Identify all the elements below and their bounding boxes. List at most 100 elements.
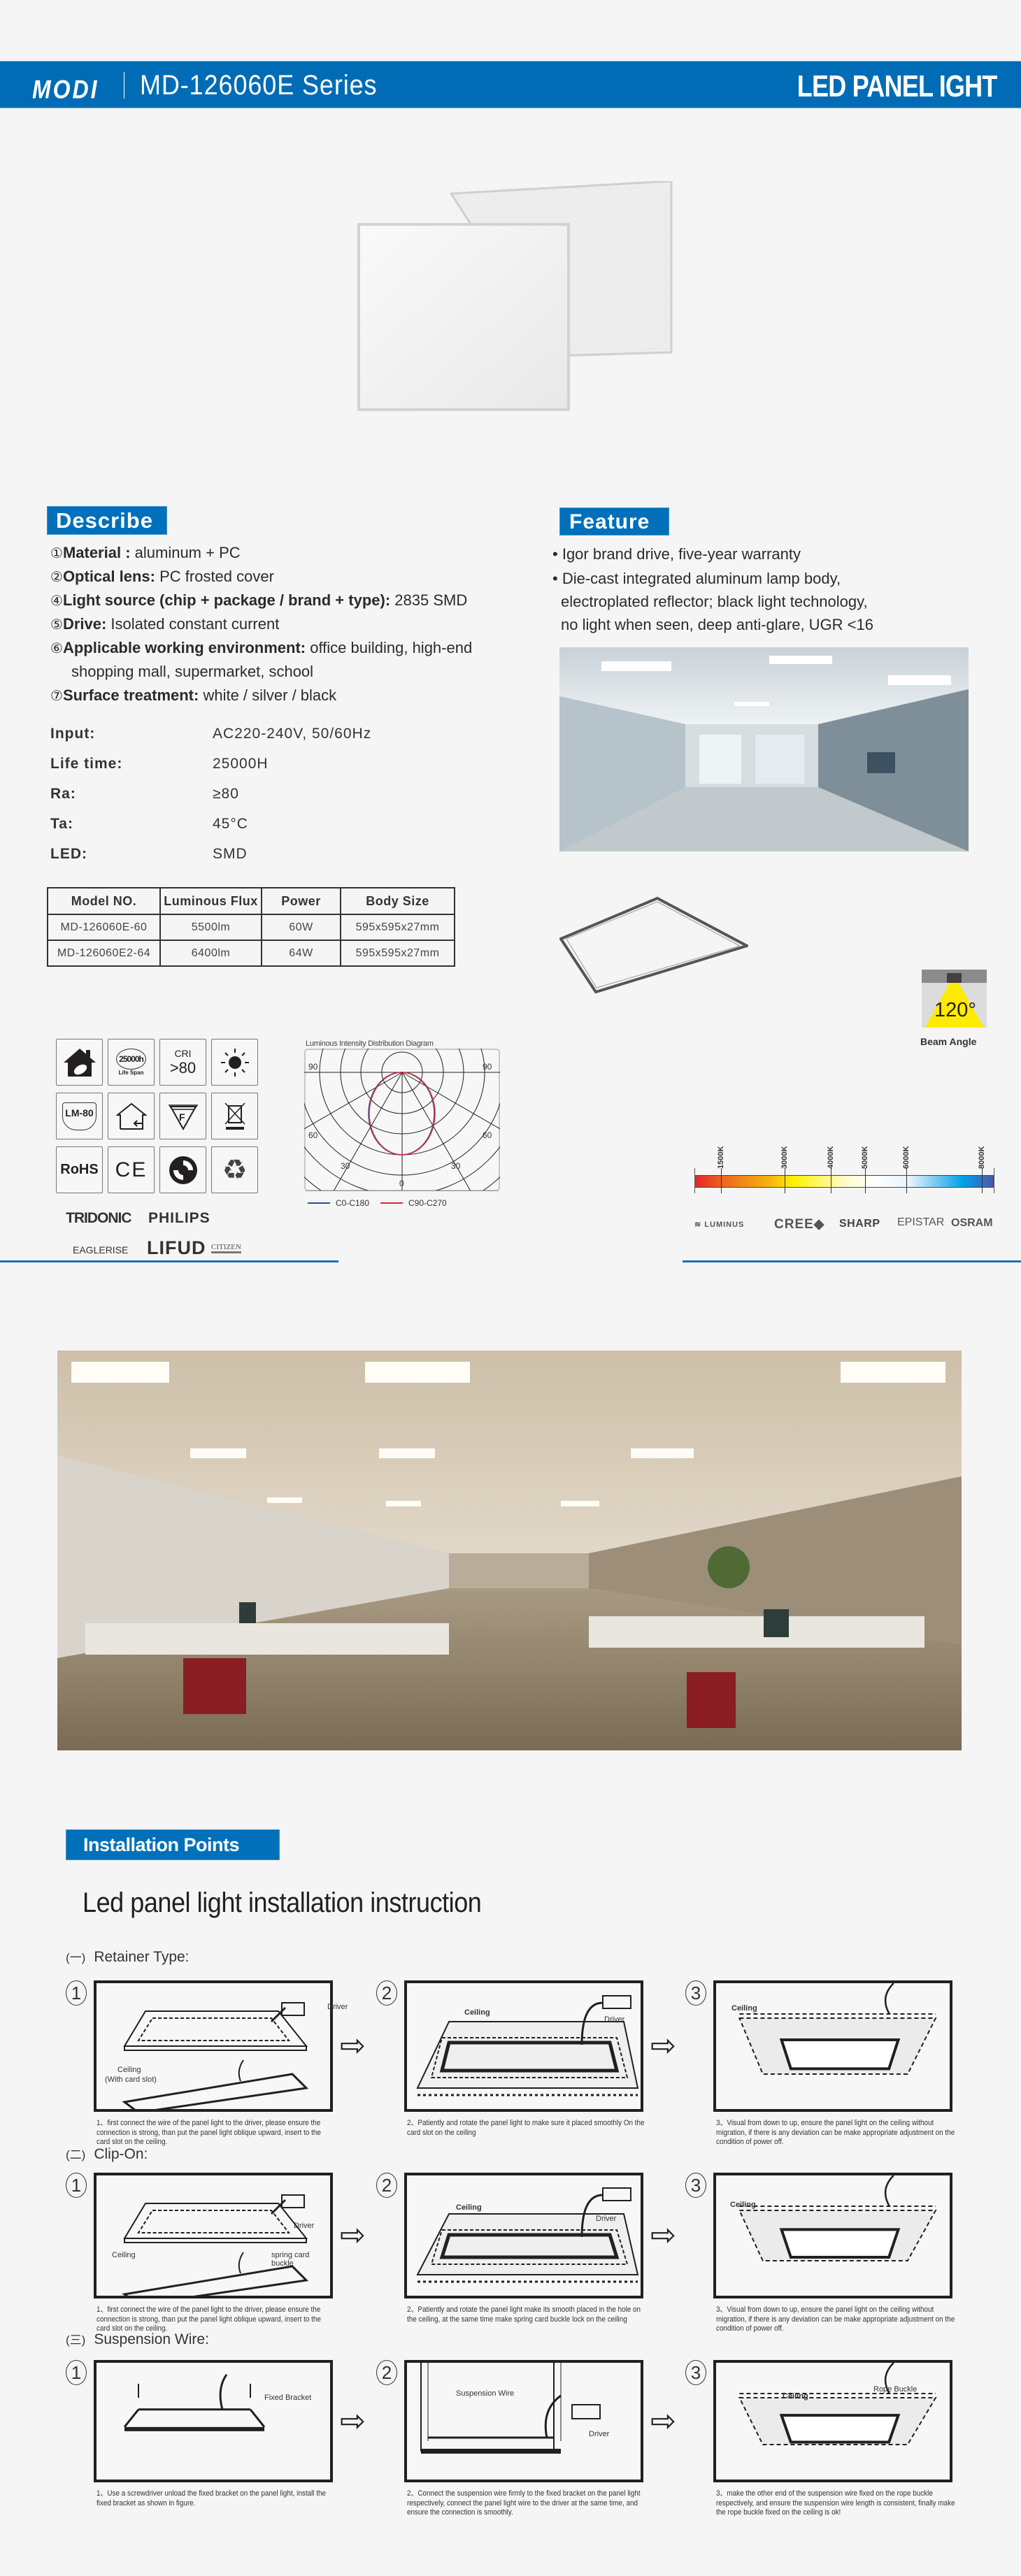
feature-bullet: • Igor brand drive, five-year warranty <box>552 545 801 563</box>
recycle-icon: ♻ <box>211 1146 258 1193</box>
cct-tick <box>694 1168 695 1193</box>
diagram-label: Driver <box>596 2215 617 2223</box>
spec-label: Input: <box>50 726 96 742</box>
spec-label: Ta: <box>50 816 73 832</box>
spec-label: Ra: <box>50 786 76 802</box>
step-number: 2 <box>376 2360 397 2385</box>
diagram-label: Driver <box>589 2430 610 2438</box>
describe-item-cont: shopping mall, supermarket, school <box>71 663 314 680</box>
diagram-label: Ceiling <box>731 2004 757 2013</box>
cct-tick-label: 4000K <box>827 1146 835 1169</box>
diagram-label: (With card slot) <box>105 2075 157 2084</box>
step-drawing <box>123 2373 266 2431</box>
feature-bullet-cont: electroplated reflector; black light tec… <box>561 593 868 610</box>
item-label: Material : <box>62 544 131 561</box>
step-caption: 3、Visual from down to up, ensure the pan… <box>716 2305 955 2333</box>
cell: 595x595x27mm <box>340 914 455 941</box>
cct-tick <box>865 1168 866 1193</box>
item-label: Surface treatment: <box>62 686 199 704</box>
spec-value: SMD <box>213 846 248 862</box>
spec-value: 45°C <box>213 816 248 832</box>
step-caption: 3、Visual from down to up, ensure the pan… <box>716 2119 955 2146</box>
section-title: Clip-On: <box>94 2146 148 2162</box>
lm80-text: LM-80 <box>62 1102 97 1130</box>
describe-heading: Describe <box>47 506 167 535</box>
lifespan-label: Life Span <box>118 1070 144 1076</box>
section-marker: (二) <box>66 2148 86 2161</box>
polar-angle-label: 90 <box>483 1062 492 1072</box>
diagram-label: Driver <box>327 2003 348 2011</box>
brand-luminus-text: LUMINUS <box>704 1221 745 1229</box>
installation-title: Led panel light installation instruction <box>83 1887 482 1918</box>
next-arrow-icon: ⇨ <box>650 2029 676 2063</box>
cell: 5500lm <box>159 914 262 941</box>
step-illustration: Ceiling <box>713 2173 952 2298</box>
brand-logo: MODI <box>32 75 99 104</box>
next-arrow-icon: ⇨ <box>340 2029 366 2063</box>
cct-tick-label: 5000K <box>861 1146 869 1169</box>
brand-epistar: EPISTAR <box>897 1216 945 1228</box>
step-illustration: Ceiling Driver <box>404 1980 643 2112</box>
cct-tick-label: 1500K <box>717 1146 725 1169</box>
luminous-intensity-diagram: 90 90 60 60 30 30 0 <box>304 1049 500 1191</box>
cct-tick-label: 3000K <box>780 1146 789 1169</box>
installation-section-title: (三) Suspension Wire: <box>66 2330 209 2348</box>
model-table: Model NO. Luminous Flux Power Body Size … <box>47 887 455 967</box>
item-number: ⑤ <box>50 617 63 633</box>
item-value: aluminum + PC <box>130 544 241 561</box>
step-illustration: Ceiling Driver <box>404 2173 643 2298</box>
cri-label: CRI <box>174 1047 192 1059</box>
weee-bin-icon <box>211 1093 258 1139</box>
item-number: ⑥ <box>50 641 63 656</box>
item-label: Drive: <box>62 615 107 633</box>
cell: MD-126060E-60 <box>47 914 161 941</box>
step-caption: 2、Connect the suspension wire firmly to … <box>407 2489 641 2517</box>
lifespan-icon: 25000h Life Span <box>108 1039 155 1086</box>
spec-label: Life time: <box>50 756 123 772</box>
step-drawing <box>738 2362 937 2445</box>
feature-bullet: • Die-cast integrated aluminum lamp body… <box>552 570 841 587</box>
diagram-label: Ceiling <box>730 2201 756 2209</box>
cri-icon: CRI >80 <box>159 1039 206 1086</box>
polar-title: Luminous Intensity Distribution Diagram <box>306 1039 434 1048</box>
step-caption: 1、Use a screwdriver unload the fixed bra… <box>97 2489 326 2507</box>
green-dot-icon <box>159 1146 206 1193</box>
installation-section-title: (一) Retainer Type: <box>66 1948 190 1966</box>
step-number: 1 <box>66 2173 87 2198</box>
item-number: ⑦ <box>50 689 63 704</box>
cell: 6400lm <box>159 940 262 967</box>
brand-lifud: LIFUD <box>147 1237 206 1258</box>
step-caption: 2、Patiently and rotate the panel light t… <box>407 2119 645 2137</box>
step-drawing <box>122 2002 309 2114</box>
section-marker: (三) <box>66 2333 86 2347</box>
lm80-shield-icon: LM-80 <box>56 1093 103 1139</box>
step-drawing <box>416 1995 639 2096</box>
step-caption: 1、first connect the wire of the panel li… <box>97 2119 321 2146</box>
item-label: Light source (chip + package / brand + t… <box>62 591 391 609</box>
section-title: Suspension Wire: <box>94 2331 209 2347</box>
brand-philips: PHILIPS <box>148 1210 210 1226</box>
spec-row: Ra: ≥80 <box>50 786 239 803</box>
lifespan-value: 25000h <box>116 1049 146 1070</box>
spec-row: LED: SMD <box>50 846 248 863</box>
step-caption: 2、Patiently and rotate the panel light m… <box>407 2305 641 2324</box>
item-value: white / silver / black <box>199 686 337 704</box>
cri-value: >80 <box>169 1058 197 1077</box>
spec-row: Input: AC220-240V, 50/60Hz <box>50 726 371 742</box>
beam-angle-label: Beam Angle <box>920 1036 977 1047</box>
item-label: Applicable working environment: <box>62 639 306 656</box>
legend-label: C90-C270 <box>408 1198 447 1208</box>
polar-angle-label: 30 <box>451 1161 461 1171</box>
diagram-label: Ceiling <box>117 2066 141 2074</box>
brand-tridonic: TRIDONIC <box>66 1210 131 1226</box>
spec-row: Life time: 25000H <box>50 756 269 772</box>
brand-osram: OSRAM <box>951 1217 993 1229</box>
legend-swatch-red <box>380 1202 404 1204</box>
step-number: 1 <box>66 2360 87 2385</box>
bullet-text: Die-cast integrated aluminum lamp body, <box>562 570 841 587</box>
section-title: Retainer Type: <box>94 1949 190 1965</box>
cct-gradient-bar <box>694 1175 994 1188</box>
item-value: 2835 SMD <box>390 591 468 609</box>
brand-cree: CREE◆ <box>774 1217 825 1232</box>
step-number: 2 <box>376 1980 397 2006</box>
